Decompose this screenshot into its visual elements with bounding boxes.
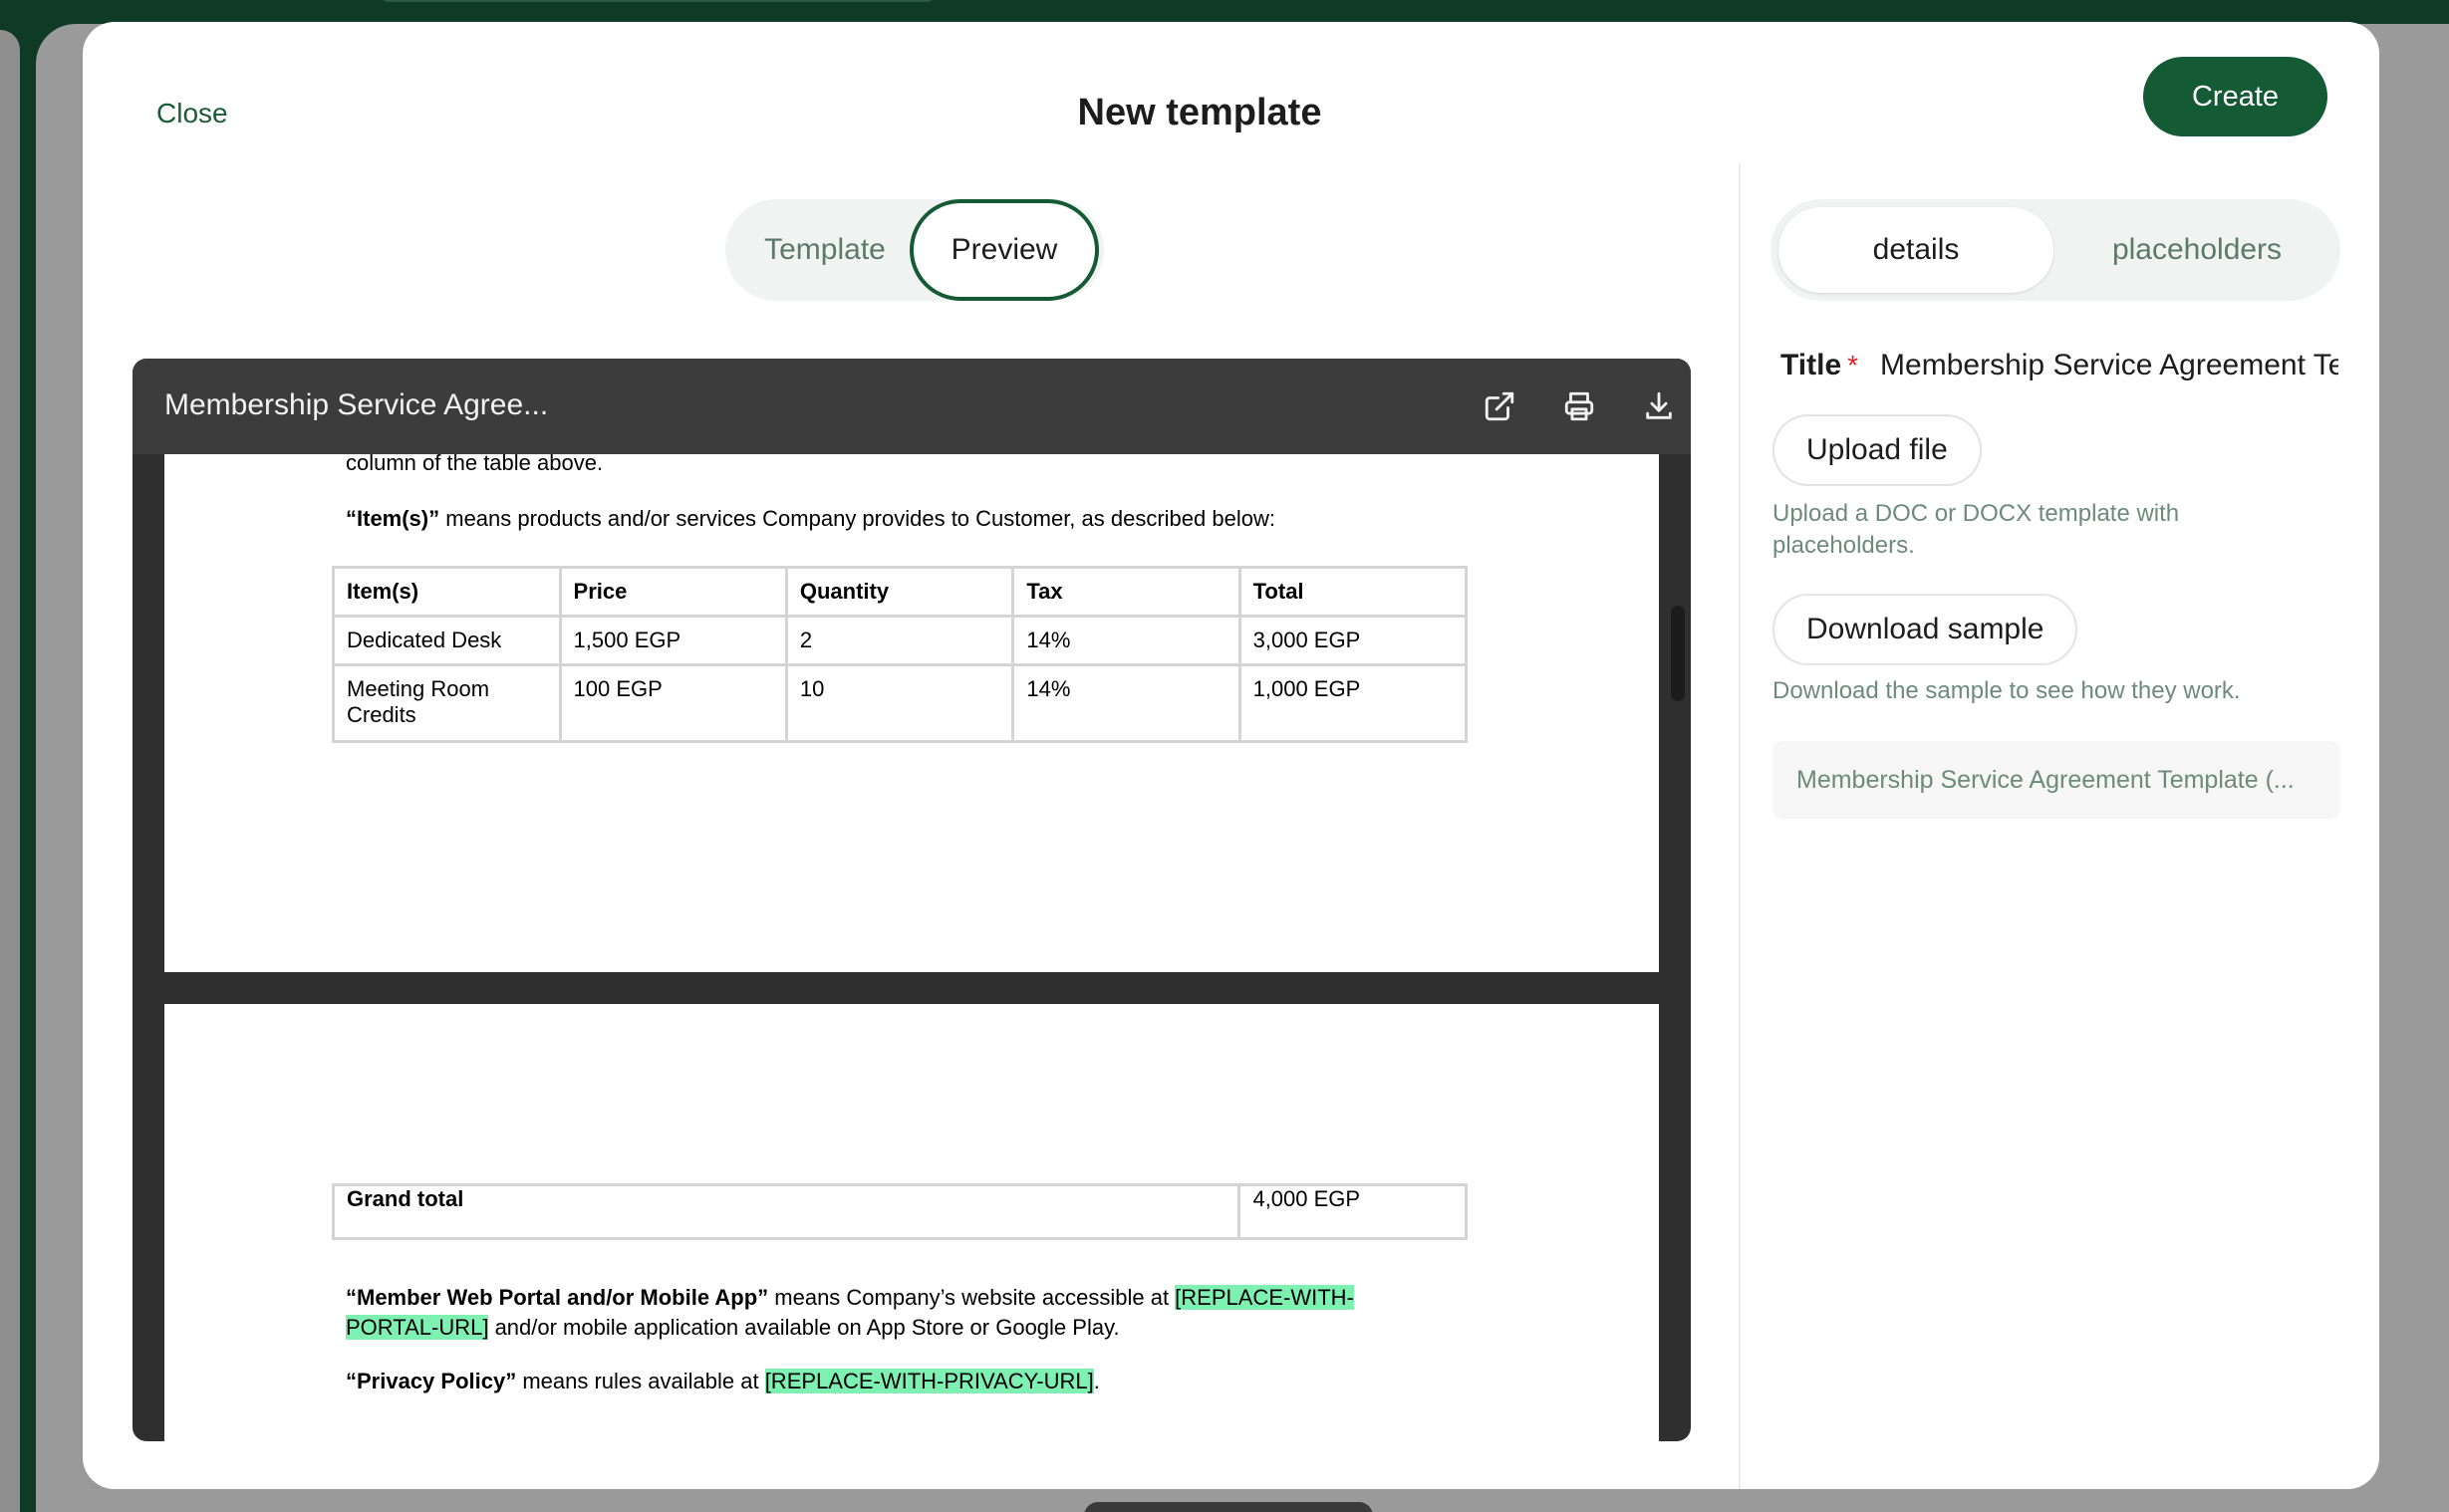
panel-divider (1739, 163, 1741, 1489)
table-header: Total (1237, 566, 1469, 618)
document-page-2: Grand total 4,000 EGP “Member Web Portal… (164, 1004, 1659, 1441)
viewer-document-title: Membership Service Agree... (164, 388, 549, 421)
tab-preview[interactable]: Preview (910, 199, 1099, 301)
table-cell: 3,000 EGP (1237, 615, 1469, 666)
table-header: Item(s) (332, 566, 562, 618)
table-header-row: Item(s) Price Quantity Tax Total (332, 566, 1469, 618)
grand-total-value: 4,000 EGP (1237, 1183, 1468, 1240)
doc-items-text: means products and/or services Company p… (439, 506, 1275, 531)
grand-total-table: Grand total 4,000 EGP (331, 1183, 1468, 1240)
table-row: Meeting Room Credits 100 EGP 10 14% 1,00… (332, 663, 1469, 743)
doc-line-top: column of the table above. (346, 450, 604, 475)
tab-details[interactable]: details (1778, 207, 2053, 293)
doc-portal-term: “Member Web Portal and/or Mobile App” (346, 1285, 769, 1310)
table-cell: 14% (1011, 615, 1241, 666)
external-link-icon[interactable] (1480, 386, 1519, 426)
background-sidebar (0, 30, 20, 1512)
modal-title: New template (1077, 92, 1322, 133)
privacy-placeholder: [REPLACE-WITH-PRIVACY-URL] (764, 1369, 1094, 1393)
table-cell: Meeting Room Credits (332, 663, 562, 743)
table-cell: 100 EGP (558, 663, 788, 743)
table-cell: Dedicated Desk (332, 615, 562, 666)
table-cell: 10 (784, 663, 1015, 743)
portal-placeholder-part1: [REPLACE-WITH- (1175, 1285, 1354, 1310)
doc-items-term: “Item(s)” (346, 506, 440, 531)
print-icon[interactable] (1559, 386, 1599, 426)
doc-portal-text-2: and/or mobile application available on A… (488, 1315, 1120, 1340)
doc-privacy-text: means rules available at (516, 1369, 765, 1393)
grand-total-label: Grand total (331, 1183, 1241, 1240)
tab-template[interactable]: Template (725, 199, 925, 301)
download-sample-button[interactable]: Download sample (1772, 594, 2078, 665)
title-input[interactable] (1880, 349, 2338, 382)
items-table: Item(s) Price Quantity Tax Total Dedicat… (332, 566, 1469, 743)
side-panel-tabs: details placeholders (1770, 199, 2340, 301)
table-header: Tax (1011, 566, 1241, 618)
tab-placeholders[interactable]: placeholders (2059, 207, 2334, 293)
viewer-scrollbar[interactable] (1671, 606, 1685, 701)
table-cell: 1,000 EGP (1237, 663, 1469, 743)
upload-file-button[interactable]: Upload file (1772, 414, 1982, 486)
viewer-toolbar: Membership Service Agree... (133, 359, 1691, 454)
doc-items-definition: “Item(s)” means products and/or services… (346, 504, 1275, 534)
table-header: Quantity (784, 566, 1015, 618)
view-toggle: Template Preview (725, 199, 1104, 301)
table-header: Price (558, 566, 788, 618)
create-button[interactable]: Create (2143, 57, 2327, 136)
title-field-row: Title * (1780, 343, 2338, 388)
document-page-1: column of the table above. “Item(s)” mea… (164, 450, 1659, 972)
new-template-modal: Close New template Create Template Previ… (83, 22, 2379, 1489)
upload-help-text: Upload a DOC or DOCX template with place… (1772, 500, 2180, 559)
doc-privacy-definition: “Privacy Policy” means rules available a… (346, 1367, 1100, 1396)
doc-portal-text-1: means Company’s website accessible at (768, 1285, 1176, 1310)
background-search-bar (379, 0, 937, 2)
uploaded-file-chip[interactable]: Membership Service Agreement Template (.… (1772, 741, 2340, 819)
doc-privacy-end: . (1093, 1369, 1100, 1393)
required-mark: * (1847, 350, 1859, 380)
table-cell: 14% (1011, 663, 1241, 743)
download-help-text: Download the sample to see how they work… (1772, 677, 2241, 704)
table-row: Dedicated Desk 1,500 EGP 2 14% 3,000 EGP (332, 615, 1469, 666)
table-cell: 1,500 EGP (558, 615, 788, 666)
background-bottom-pill (1084, 1502, 1373, 1512)
document-viewer: Membership Service Agree... column of th… (133, 359, 1691, 1441)
download-icon[interactable] (1639, 386, 1679, 426)
table-cell: 2 (784, 615, 1015, 666)
title-label: Title (1780, 349, 1842, 381)
table-row: Grand total 4,000 EGP (331, 1183, 1468, 1240)
doc-privacy-term: “Privacy Policy” (346, 1369, 517, 1393)
doc-portal-definition: “Member Web Portal and/or Mobile App” me… (346, 1283, 1442, 1343)
portal-placeholder-part2: PORTAL-URL] (346, 1315, 489, 1340)
